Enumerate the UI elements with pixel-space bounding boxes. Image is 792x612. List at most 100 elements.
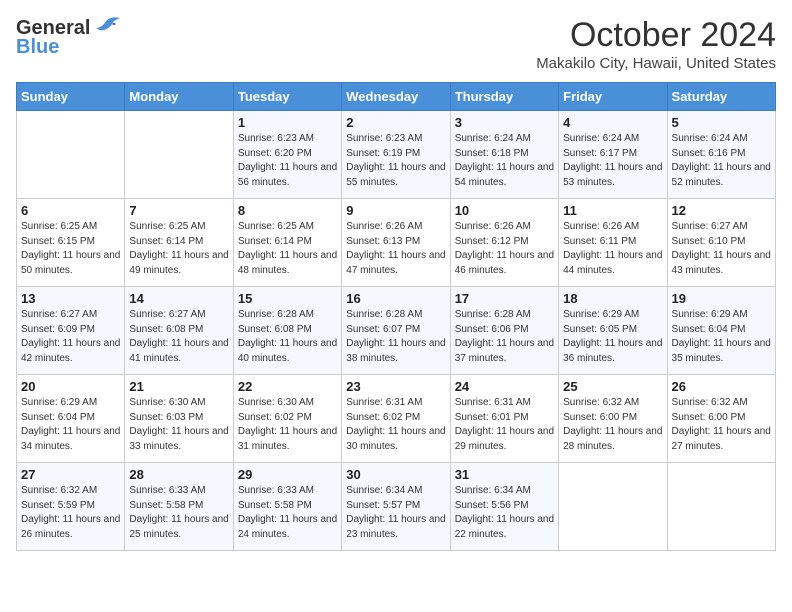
page-header: General Blue October 2024 Makakilo City,… (16, 16, 776, 72)
calendar-cell-w5-d2: 28Sunrise: 6:33 AMSunset: 5:58 PMDayligh… (125, 463, 233, 551)
day-info: Sunrise: 6:25 AMSunset: 6:14 PMDaylight:… (129, 220, 228, 278)
day-info: Sunrise: 6:27 AMSunset: 6:09 PMDaylight:… (21, 308, 120, 366)
day-info: Sunrise: 6:25 AMSunset: 6:15 PMDaylight:… (21, 220, 120, 278)
calendar-cell-w4-d7: 26Sunrise: 6:32 AMSunset: 6:00 PMDayligh… (667, 375, 775, 463)
calendar-cell-w3-d1: 13 Sunrise: 6:27 AMSunset: 6:09 PMDayligh… (17, 287, 125, 375)
day-number: 28 (129, 467, 228, 482)
day-number: 16 (346, 291, 445, 306)
calendar-cell-w3-d4: 16 Sunrise: 6:28 AMSunset: 6:07 PMDayligh… (342, 287, 450, 375)
day-info: Sunrise: 6:26 AMSunset: 6:12 PMDaylight:… (455, 220, 554, 278)
calendar-cell-w4-d1: 20 Sunrise: 6:29 AMSunset: 6:04 PMDayligh… (17, 375, 125, 463)
day-info: Sunrise: 6:26 AMSunset: 6:13 PMDaylight:… (346, 220, 445, 278)
calendar-week-4: 20 Sunrise: 6:29 AMSunset: 6:04 PMDayligh… (17, 375, 776, 463)
day-number: 29 (238, 467, 337, 482)
calendar-cell-w3-d5: 17 Sunrise: 6:28 AMSunset: 6:06 PMDayligh… (450, 287, 558, 375)
logo-blue: Blue (16, 36, 59, 59)
calendar-cell-w5-d7 (667, 463, 775, 551)
calendar-cell-w5-d6 (559, 463, 667, 551)
calendar-cell-w1-d3: 1 Sunrise: 6:23 AMSunset: 6:20 PMDaylight… (233, 111, 341, 199)
calendar-cell-w3-d3: 15 Sunrise: 6:28 AMSunset: 6:08 PMDayligh… (233, 287, 341, 375)
header-friday: Friday (559, 83, 667, 111)
day-info: Sunrise: 6:32 AMSunset: 6:00 PMDaylight:… (672, 396, 771, 454)
day-number: 14 (129, 291, 228, 306)
calendar-cell-w1-d1 (17, 111, 125, 199)
day-info: Sunrise: 6:28 AMSunset: 6:07 PMDaylight:… (346, 308, 445, 366)
header-sunday: Sunday (17, 83, 125, 111)
day-number: 9 (346, 203, 445, 218)
day-info: Sunrise: 6:29 AMSunset: 6:04 PMDaylight:… (21, 396, 120, 454)
day-info: Sunrise: 6:28 AMSunset: 6:08 PMDaylight:… (238, 308, 337, 366)
header-thursday: Thursday (450, 83, 558, 111)
day-info: Sunrise: 6:25 AMSunset: 6:14 PMDaylight:… (238, 220, 337, 278)
header-wednesday: Wednesday (342, 83, 450, 111)
day-info: Sunrise: 6:31 AMSunset: 6:01 PMDaylight:… (455, 396, 554, 454)
logo-bird-icon (92, 16, 122, 40)
day-info: Sunrise: 6:24 AMSunset: 6:18 PMDaylight:… (455, 132, 554, 190)
day-number: 20 (21, 379, 120, 394)
day-number: 27 (21, 467, 120, 482)
header-tuesday: Tuesday (233, 83, 341, 111)
calendar-week-2: 6 Sunrise: 6:25 AMSunset: 6:15 PMDaylight… (17, 199, 776, 287)
calendar-table: Sunday Monday Tuesday Wednesday Thursday… (16, 82, 776, 551)
day-number: 19 (672, 291, 771, 306)
calendar-cell-w2-d2: 7 Sunrise: 6:25 AMSunset: 6:14 PMDaylight… (125, 199, 233, 287)
calendar-week-1: 1 Sunrise: 6:23 AMSunset: 6:20 PMDaylight… (17, 111, 776, 199)
day-number: 22 (238, 379, 337, 394)
day-info: Sunrise: 6:27 AMSunset: 6:10 PMDaylight:… (672, 220, 771, 278)
calendar-cell-w3-d2: 14Sunrise: 6:27 AMSunset: 6:08 PMDayligh… (125, 287, 233, 375)
day-info: Sunrise: 6:23 AMSunset: 6:20 PMDaylight:… (238, 132, 337, 190)
day-number: 15 (238, 291, 337, 306)
day-number: 25 (563, 379, 662, 394)
day-number: 23 (346, 379, 445, 394)
month-title: October 2024 (536, 16, 776, 55)
calendar-cell-w4-d4: 23 Sunrise: 6:31 AMSunset: 6:02 PMDayligh… (342, 375, 450, 463)
calendar-cell-w4-d6: 25 Sunrise: 6:32 AMSunset: 6:00 PMDayligh… (559, 375, 667, 463)
day-number: 13 (21, 291, 120, 306)
day-number: 4 (563, 115, 662, 130)
header-saturday: Saturday (667, 83, 775, 111)
calendar-cell-w2-d1: 6 Sunrise: 6:25 AMSunset: 6:15 PMDaylight… (17, 199, 125, 287)
day-number: 1 (238, 115, 337, 130)
calendar-cell-w2-d4: 9 Sunrise: 6:26 AMSunset: 6:13 PMDaylight… (342, 199, 450, 287)
calendar-cell-w3-d7: 19 Sunrise: 6:29 AMSunset: 6:04 PMDayligh… (667, 287, 775, 375)
day-info: Sunrise: 6:26 AMSunset: 6:11 PMDaylight:… (563, 220, 662, 278)
day-info: Sunrise: 6:32 AMSunset: 5:59 PMDaylight:… (21, 484, 120, 542)
calendar-cell-w2-d5: 10 Sunrise: 6:26 AMSunset: 6:12 PMDayligh… (450, 199, 558, 287)
calendar-cell-w5-d3: 29 Sunrise: 6:33 AMSunset: 5:58 PMDayligh… (233, 463, 341, 551)
calendar-cell-w4-d3: 22Sunrise: 6:30 AMSunset: 6:02 PMDayligh… (233, 375, 341, 463)
day-info: Sunrise: 6:28 AMSunset: 6:06 PMDaylight:… (455, 308, 554, 366)
calendar-cell-w1-d4: 2Sunrise: 6:23 AMSunset: 6:19 PMDaylight… (342, 111, 450, 199)
day-info: Sunrise: 6:24 AMSunset: 6:17 PMDaylight:… (563, 132, 662, 190)
day-number: 11 (563, 203, 662, 218)
calendar-week-3: 13 Sunrise: 6:27 AMSunset: 6:09 PMDayligh… (17, 287, 776, 375)
header-monday: Monday (125, 83, 233, 111)
calendar-cell-w5-d4: 30 Sunrise: 6:34 AMSunset: 5:57 PMDayligh… (342, 463, 450, 551)
calendar-cell-w1-d5: 3 Sunrise: 6:24 AMSunset: 6:18 PMDaylight… (450, 111, 558, 199)
day-number: 8 (238, 203, 337, 218)
day-info: Sunrise: 6:34 AMSunset: 5:57 PMDaylight:… (346, 484, 445, 542)
day-info: Sunrise: 6:32 AMSunset: 6:00 PMDaylight:… (563, 396, 662, 454)
title-section: October 2024 Makakilo City, Hawaii, Unit… (536, 16, 776, 72)
day-number: 12 (672, 203, 771, 218)
weekday-header-row: Sunday Monday Tuesday Wednesday Thursday… (17, 83, 776, 111)
calendar-cell-w4-d5: 24 Sunrise: 6:31 AMSunset: 6:01 PMDayligh… (450, 375, 558, 463)
calendar-cell-w5-d5: 31 Sunrise: 6:34 AMSunset: 5:56 PMDayligh… (450, 463, 558, 551)
day-number: 7 (129, 203, 228, 218)
day-info: Sunrise: 6:30 AMSunset: 6:03 PMDaylight:… (129, 396, 228, 454)
day-number: 10 (455, 203, 554, 218)
day-info: Sunrise: 6:31 AMSunset: 6:02 PMDaylight:… (346, 396, 445, 454)
calendar-cell-w1-d2 (125, 111, 233, 199)
day-number: 31 (455, 467, 554, 482)
day-number: 5 (672, 115, 771, 130)
day-number: 3 (455, 115, 554, 130)
calendar-cell-w5-d1: 27 Sunrise: 6:32 AMSunset: 5:59 PMDayligh… (17, 463, 125, 551)
day-number: 17 (455, 291, 554, 306)
day-number: 24 (455, 379, 554, 394)
calendar-cell-w1-d6: 4 Sunrise: 6:24 AMSunset: 6:17 PMDaylight… (559, 111, 667, 199)
day-info: Sunrise: 6:34 AMSunset: 5:56 PMDaylight:… (455, 484, 554, 542)
day-info: Sunrise: 6:29 AMSunset: 6:04 PMDaylight:… (672, 308, 771, 366)
day-info: Sunrise: 6:33 AMSunset: 5:58 PMDaylight:… (238, 484, 337, 542)
day-number: 21 (129, 379, 228, 394)
day-number: 30 (346, 467, 445, 482)
day-number: 6 (21, 203, 120, 218)
